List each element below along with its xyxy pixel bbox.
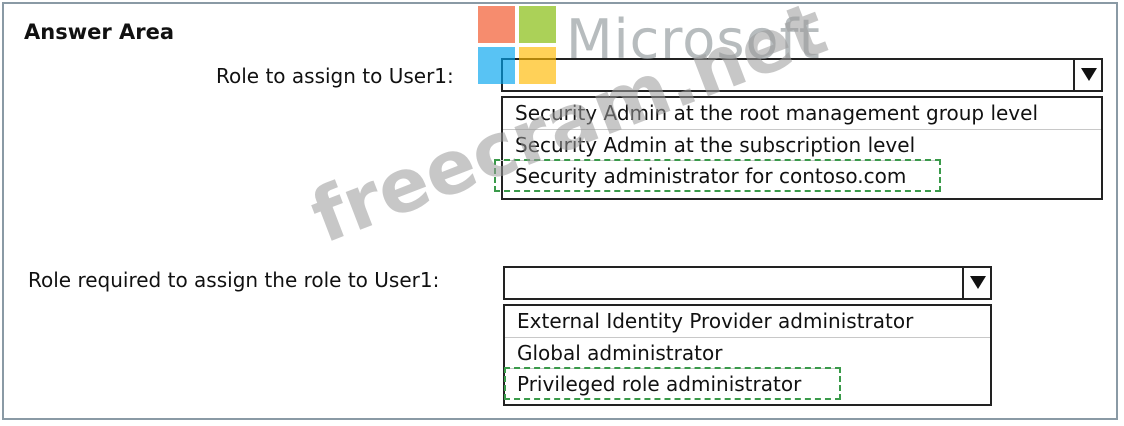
logo-square-yellow <box>519 47 556 84</box>
question-1-option-2[interactable]: Security Admin at the subscription level <box>503 129 1101 160</box>
logo-square-red <box>478 6 515 43</box>
question-2-option-1[interactable]: External Identity Provider administrator <box>505 306 990 337</box>
question-2-selected-value <box>505 268 990 298</box>
question-1-options: Security Admin at the root management gr… <box>494 96 1103 200</box>
logo-square-blue <box>478 47 515 84</box>
answer-area-title: Answer Area <box>24 20 175 44</box>
question-2-label: Role required to assign the role to User… <box>28 268 440 292</box>
question-2-option-3[interactable]: Privileged role administrator <box>504 367 841 400</box>
microsoft-watermark-text: Microsoft <box>566 8 821 71</box>
question-1-option-1[interactable]: Security Admin at the root management gr… <box>503 98 1101 129</box>
dropdown-arrow-icon[interactable] <box>962 268 990 298</box>
dropdown-arrow-icon[interactable] <box>1073 60 1101 90</box>
question-2-dropdown[interactable] <box>503 266 992 300</box>
question-2-option-2[interactable]: Global administrator <box>505 337 990 368</box>
question-2-options: External Identity Provider administrator… <box>503 304 992 406</box>
question-1-option-3[interactable]: Security administrator for contoso.com <box>494 159 941 192</box>
question-1-label: Role to assign to User1: <box>216 64 454 88</box>
logo-square-green <box>519 6 556 43</box>
